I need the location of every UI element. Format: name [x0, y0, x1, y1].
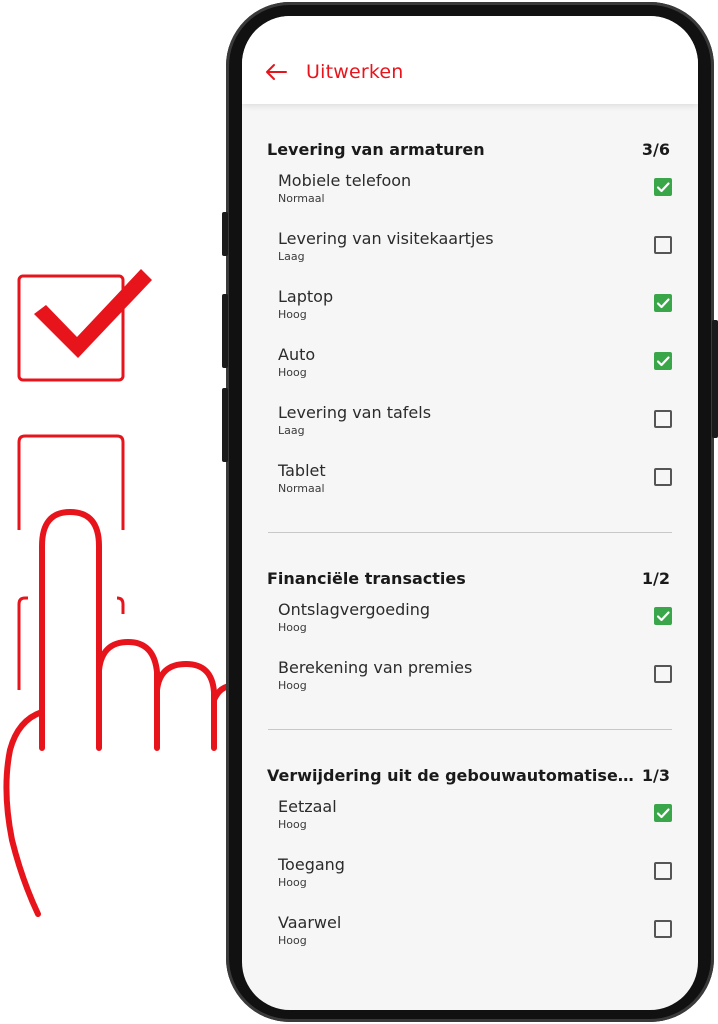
phone-side-button	[222, 212, 228, 256]
item-checkbox[interactable]	[654, 665, 672, 683]
item-checkbox[interactable]	[654, 410, 672, 428]
item-label: Vaarwel	[278, 913, 342, 932]
section-divider	[268, 729, 672, 730]
item-priority: Normaal	[278, 482, 325, 495]
section-divider	[268, 532, 672, 533]
item-label: Levering van visitekaartjes	[278, 229, 494, 248]
checklist-item[interactable]: Levering van visitekaartjes Laag	[242, 226, 698, 284]
checkbox-checked-icon	[17, 269, 152, 382]
checklist-item[interactable]: Toegang Hoog	[242, 852, 698, 910]
item-priority: Hoog	[278, 308, 307, 321]
section-title: Verwijdering uit de gebouwautomatisering	[267, 766, 637, 785]
phone-power-button	[712, 320, 718, 438]
check-icon	[656, 808, 670, 819]
checklist-item[interactable]: Tablet Normaal	[242, 458, 698, 516]
checklist-item[interactable]: Levering van tafels Laag	[242, 400, 698, 458]
item-label: Tablet	[278, 461, 326, 480]
checklist-item[interactable]: Mobiele telefoon Normaal	[242, 168, 698, 226]
phone-volume-down-button	[222, 388, 228, 462]
checklist-item[interactable]: Ontslagvergoeding Hoog	[242, 597, 698, 655]
item-priority: Hoog	[278, 621, 307, 634]
item-checkbox[interactable]	[654, 862, 672, 880]
checklist-item[interactable]: Eetzaal Hoog	[242, 794, 698, 852]
checklist-item[interactable]: Vaarwel Hoog	[242, 910, 698, 968]
item-checkbox[interactable]	[654, 178, 672, 196]
section-header: Financiële transacties 1/2	[242, 563, 698, 597]
item-checkbox[interactable]	[654, 468, 672, 486]
checklist-section: Verwijdering uit de gebouwautomatisering…	[242, 760, 698, 968]
section-progress-count: 1/3	[641, 766, 670, 785]
item-checkbox[interactable]	[654, 920, 672, 938]
phone-volume-up-button	[222, 294, 228, 368]
item-checkbox[interactable]	[654, 294, 672, 312]
stage: Uitwerken Levering van armaturen 3/6 Mobie…	[0, 0, 718, 1024]
hand-pointer-icon	[3, 509, 235, 917]
checklist-item[interactable]: Berekening van premies Hoog	[242, 655, 698, 713]
section-header: Levering van armaturen 3/6	[242, 134, 698, 168]
item-label: Toegang	[278, 855, 345, 874]
item-label: Laptop	[278, 287, 334, 306]
checkbox-partial-icon	[17, 596, 125, 690]
section-title: Levering van armaturen	[267, 140, 485, 159]
item-checkbox[interactable]	[654, 236, 672, 254]
check-icon	[656, 182, 670, 193]
item-label: Levering van tafels	[278, 403, 432, 422]
check-icon	[656, 356, 670, 367]
item-priority: Hoog	[278, 934, 307, 947]
item-label: Mobiele telefoon	[278, 171, 412, 190]
app-bar: Uitwerken	[242, 16, 698, 104]
section-progress-count: 1/2	[641, 569, 670, 588]
item-priority: Hoog	[278, 818, 307, 831]
item-checkbox[interactable]	[654, 607, 672, 625]
item-label: Ontslagvergoeding	[278, 600, 431, 619]
item-priority: Hoog	[278, 679, 307, 692]
item-priority: Laag	[278, 424, 305, 437]
item-priority: Hoog	[278, 876, 307, 889]
checklist-item[interactable]: Auto Hoog	[242, 342, 698, 400]
item-priority: Laag	[278, 250, 305, 263]
checklist-section: Levering van armaturen 3/6 Mobiele telefoo…	[242, 134, 698, 533]
item-label: Eetzaal	[278, 797, 337, 816]
item-checkbox[interactable]	[654, 804, 672, 822]
page-title: Uitwerken	[306, 61, 404, 83]
illustration	[3, 269, 235, 917]
checklist: Levering van armaturen 3/6 Mobiele telefoo…	[242, 104, 698, 968]
arrow-left-icon[interactable]	[264, 62, 288, 82]
checkbox-empty-icon	[17, 434, 125, 530]
item-priority: Normaal	[278, 192, 325, 205]
section-title: Financiële transacties	[267, 569, 466, 588]
item-label: Berekening van premies	[278, 658, 473, 677]
item-priority: Hoog	[278, 366, 307, 379]
check-icon	[656, 611, 670, 622]
checklist-section: Financiële transacties 1/2 Ontslagvergoedi…	[242, 563, 698, 730]
check-icon	[656, 298, 670, 309]
checklist-item[interactable]: Laptop Hoog	[242, 284, 698, 342]
phone-screen: Uitwerken Levering van armaturen 3/6 Mobie…	[242, 16, 698, 1010]
item-label: Auto	[278, 345, 316, 364]
section-progress-count: 3/6	[641, 140, 670, 159]
section-header: Verwijdering uit de gebouwautomatisering…	[242, 760, 698, 794]
item-checkbox[interactable]	[654, 352, 672, 370]
